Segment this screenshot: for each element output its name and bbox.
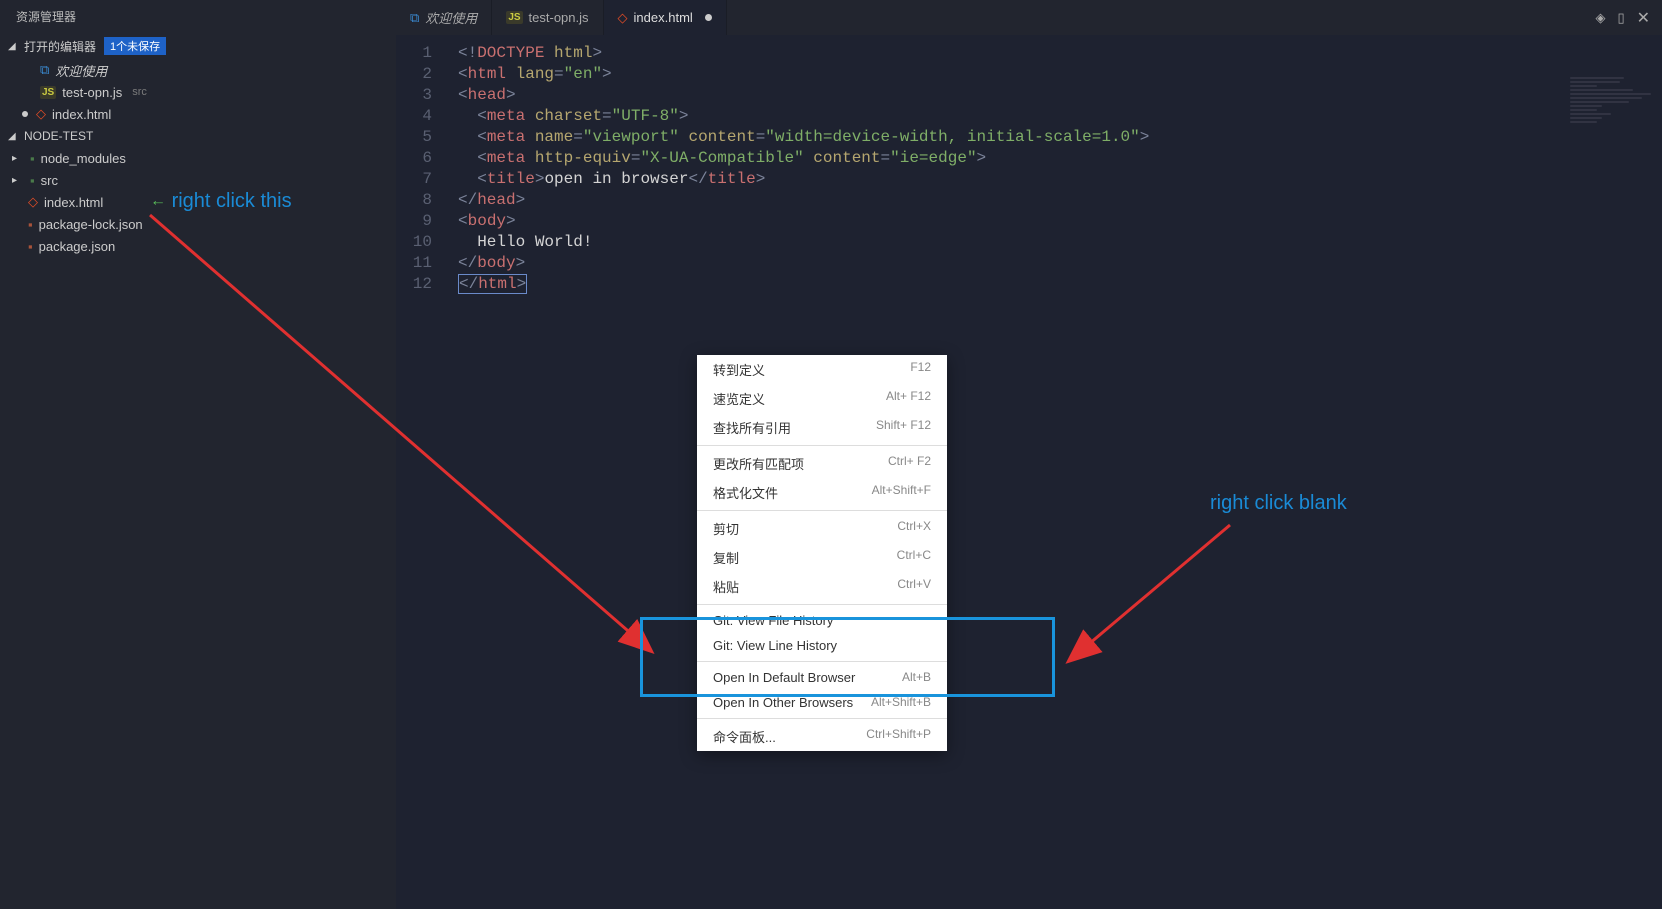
project-header[interactable]: ◢ NODE-TEST	[0, 125, 396, 147]
menu-shortcut: Ctrl+X	[897, 519, 931, 538]
close-icon[interactable]: ✕	[1637, 8, 1650, 28]
html-icon: ◇	[36, 106, 46, 122]
file-label: node_modules	[41, 151, 126, 166]
annotation-right: right click blank	[1210, 492, 1347, 515]
menu-item[interactable]: 格式化文件 Alt+Shift+F	[697, 478, 947, 507]
compare-icon[interactable]: ◈	[1595, 10, 1605, 26]
menu-item[interactable]: 速览定义 Alt+ F12	[697, 384, 947, 413]
open-editors-label: 打开的编辑器	[24, 38, 96, 55]
html-icon: ◇	[618, 10, 628, 26]
file-label: index.html	[44, 195, 103, 210]
menu-label: 命令面板...	[713, 727, 776, 746]
line-gutter: 123456789101112	[396, 35, 446, 909]
menu-item[interactable]: 复制 Ctrl+C	[697, 543, 947, 572]
menu-item[interactable]: Open In Other Browsers Alt+Shift+B	[697, 690, 947, 715]
tree-item[interactable]: ▪ package-lock.json	[0, 213, 396, 235]
menu-item[interactable]: 查找所有引用 Shift+ F12	[697, 413, 947, 442]
open-editor-item[interactable]: ◇ index.html	[0, 103, 396, 125]
open-editor-item[interactable]: ⧉ 欢迎使用	[0, 59, 396, 81]
file-label: package.json	[39, 239, 116, 254]
menu-item[interactable]: Git: View Line History	[697, 633, 947, 658]
context-menu[interactable]: 转到定义 F12 速览定义 Alt+ F12 查找所有引用 Shift+ F12 更改所有匹…	[697, 355, 947, 751]
file-label: index.html	[52, 107, 111, 122]
folder-icon: ▪	[30, 151, 35, 166]
tree-item[interactable]: ▪ package.json	[0, 235, 396, 257]
menu-shortcut: Alt+Shift+B	[871, 695, 931, 710]
minimap[interactable]	[1570, 75, 1660, 115]
file-label: src	[41, 173, 58, 188]
chevron-down-icon: ◢	[8, 131, 20, 142]
vscode-icon: ⧉	[410, 10, 419, 26]
modified-dot-icon	[22, 111, 28, 117]
menu-shortcut: Ctrl+V	[897, 577, 931, 596]
menu-shortcut: Alt+Shift+F	[872, 483, 931, 502]
menu-item[interactable]: 命令面板... Ctrl+Shift+P	[697, 722, 947, 751]
menu-label: Git: View File History	[713, 613, 833, 628]
file-label: test-opn.js	[62, 85, 122, 100]
html-icon: ◇	[28, 194, 38, 210]
open-editor-item[interactable]: JS test-opn.js src	[0, 81, 396, 103]
menu-label: 复制	[713, 548, 739, 567]
menu-item[interactable]: 更改所有匹配项 Ctrl+ F2	[697, 449, 947, 478]
file-meta: src	[132, 86, 147, 98]
annotation-left: ← right click this	[150, 190, 292, 213]
menu-label: 速览定义	[713, 389, 765, 408]
chevron-right-icon: ▸	[12, 175, 24, 186]
js-icon: JS	[506, 11, 522, 24]
menu-label: 更改所有匹配项	[713, 454, 804, 473]
menu-label: 粘贴	[713, 577, 739, 596]
menu-label: 转到定义	[713, 360, 765, 379]
modified-dot-icon	[705, 14, 712, 21]
tab-label: index.html	[634, 10, 693, 25]
unsaved-badge: 1个未保存	[104, 37, 166, 55]
file-label: package-lock.json	[39, 217, 143, 232]
menu-shortcut: Ctrl+ F2	[888, 454, 931, 473]
menu-item[interactable]: 粘贴 Ctrl+V	[697, 572, 947, 601]
menu-shortcut: Alt+ F12	[886, 389, 931, 408]
json-icon: ▪	[28, 239, 33, 254]
code-editor[interactable]: 123456789101112 <!DOCTYPE html><html lan…	[396, 35, 1662, 909]
folder-icon: ▪	[30, 173, 35, 188]
vscode-icon: ⧉	[40, 62, 49, 78]
chevron-down-icon: ◢	[8, 41, 20, 52]
tree-item[interactable]: ▸ ▪ node_modules	[0, 147, 396, 169]
menu-shortcut: Alt+B	[902, 670, 931, 685]
menu-shortcut: Ctrl+C	[897, 548, 931, 567]
split-icon[interactable]: ▯	[1617, 10, 1624, 26]
menu-item[interactable]: Git: View File History	[697, 608, 947, 633]
editor-tab[interactable]: JS test-opn.js	[492, 0, 603, 35]
tree-item[interactable]: ▸ ▪ src	[0, 169, 396, 191]
tab-bar: ⧉ 欢迎使用 JS test-opn.js ◇ index.html ◈ ▯ ✕	[396, 0, 1662, 35]
tab-label: 欢迎使用	[425, 8, 477, 27]
project-name: NODE-TEST	[24, 129, 93, 143]
editor-area: ⧉ 欢迎使用 JS test-opn.js ◇ index.html ◈ ▯ ✕ 1234…	[396, 0, 1662, 909]
tab-label: test-opn.js	[529, 10, 589, 25]
editor-tab[interactable]: ⧉ 欢迎使用	[396, 0, 492, 35]
menu-shortcut: Ctrl+Shift+P	[866, 727, 931, 746]
menu-label: 格式化文件	[713, 483, 778, 502]
explorer-title: 资源管理器	[0, 0, 396, 33]
menu-label: 查找所有引用	[713, 418, 791, 437]
chevron-right-icon: ▸	[12, 153, 24, 164]
json-icon: ▪	[28, 217, 33, 232]
menu-shortcut: Shift+ F12	[876, 418, 931, 437]
js-icon: JS	[40, 86, 56, 99]
menu-item[interactable]: Open In Default Browser Alt+B	[697, 665, 947, 690]
menu-label: Open In Other Browsers	[713, 695, 853, 710]
file-label: 欢迎使用	[55, 61, 107, 80]
editor-tab[interactable]: ◇ index.html	[604, 0, 727, 35]
explorer-sidebar: 资源管理器 ◢ 打开的编辑器 1个未保存 ⧉ 欢迎使用 JS test-opn.js s…	[0, 0, 396, 909]
open-editors-header[interactable]: ◢ 打开的编辑器 1个未保存	[0, 33, 396, 59]
menu-shortcut: F12	[910, 360, 931, 379]
menu-label: Open In Default Browser	[713, 670, 855, 685]
menu-item[interactable]: 剪切 Ctrl+X	[697, 514, 947, 543]
menu-item[interactable]: 转到定义 F12	[697, 355, 947, 384]
menu-label: Git: View Line History	[713, 638, 837, 653]
tab-actions: ◈ ▯ ✕	[1583, 0, 1662, 35]
menu-label: 剪切	[713, 519, 739, 538]
